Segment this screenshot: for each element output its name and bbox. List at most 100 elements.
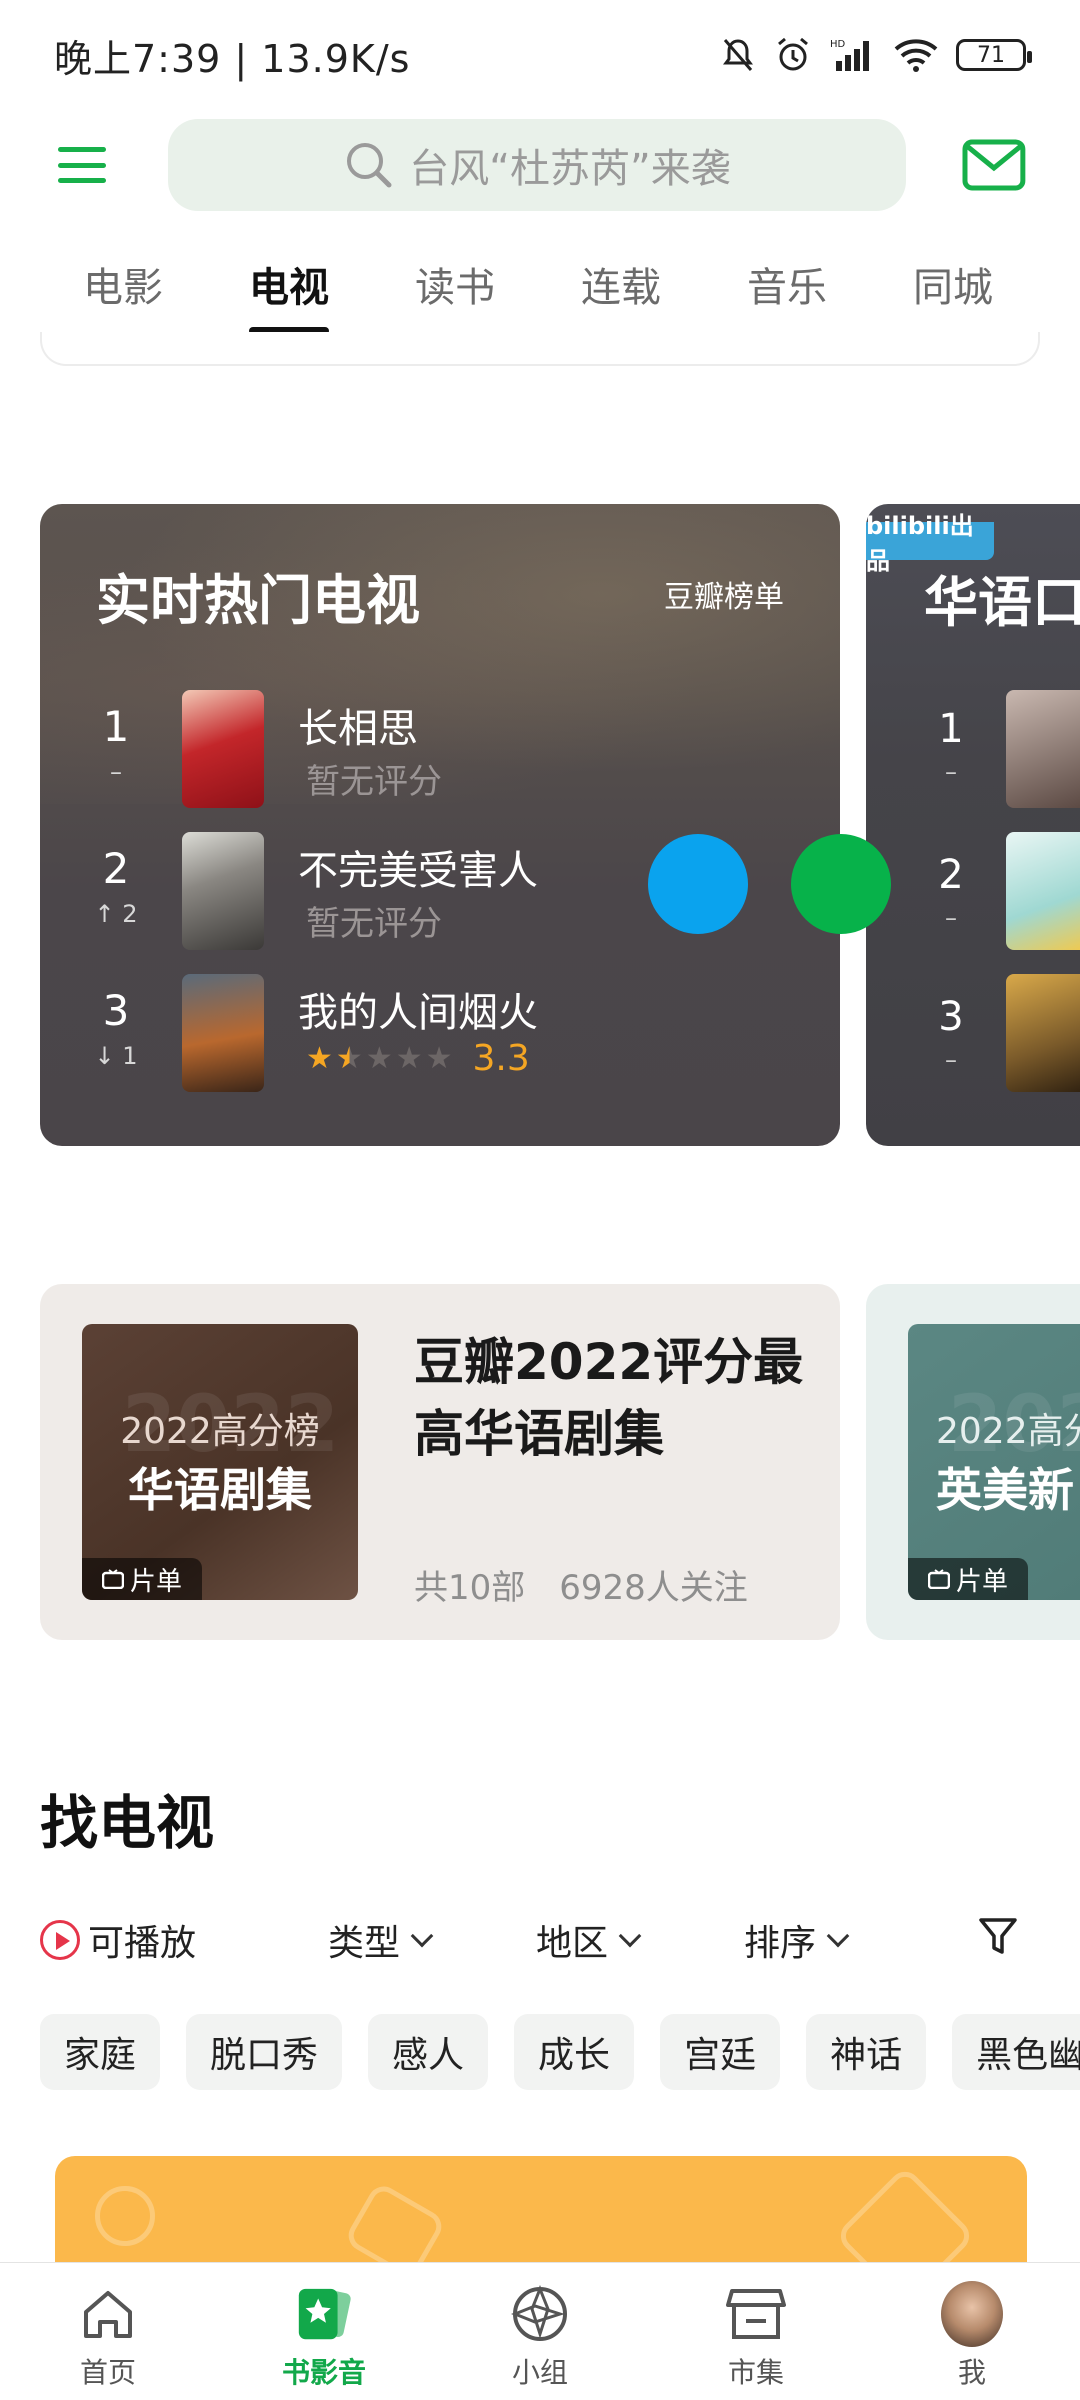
previous-card-edge <box>40 332 1040 366</box>
playable-filter[interactable]: 可播放 <box>40 1914 196 1966</box>
show-rating: 暂无评分 <box>306 754 442 803</box>
nav-groups[interactable]: 小组 <box>432 2263 648 2400</box>
rank-row-3[interactable]: 3 ↓ 1 我的人间烟火 ★ ★ ★ ★ ★ 3.3 <box>40 974 840 1092</box>
mail-icon[interactable] <box>962 139 1026 191</box>
show-rating: 暂无评分 <box>306 896 442 945</box>
search-input[interactable]: 台风“杜苏芮”来袭 <box>167 119 907 211</box>
rank-row-1[interactable]: 1 – 长相思 暂无评分 <box>40 690 840 808</box>
chip-talkshow[interactable]: 脱口秀 <box>186 2014 343 2090</box>
tab-tv[interactable]: 电视 <box>206 235 372 335</box>
tab-movie[interactable]: 电影 <box>40 235 206 335</box>
playlist-badge: 片单 <box>82 1558 202 1600</box>
star-icon: ★ <box>395 1041 423 1076</box>
floating-green-dot[interactable] <box>791 834 891 934</box>
nav-home[interactable]: 首页 <box>0 2263 216 2400</box>
region-dropdown[interactable]: 地区 <box>536 1914 642 1966</box>
tab-local[interactable]: 同城 <box>870 235 1036 335</box>
nav-label: 我 <box>957 2356 986 2389</box>
genre-dropdown[interactable]: 类型 <box>328 1914 434 1966</box>
chevron-down-icon <box>618 1924 642 1948</box>
media-star-icon <box>293 2283 355 2345</box>
tab-serial[interactable]: 连载 <box>538 235 704 335</box>
status-icons: HD 71 <box>720 36 1032 74</box>
chinese-chart-card[interactable]: bilibili出品 华语口 1 – 2 – 3 – <box>866 504 1080 1146</box>
alarm-icon <box>778 37 808 71</box>
rank-number: 2 <box>102 844 130 893</box>
battery-icon: 71 <box>956 39 1032 71</box>
rating-score: 3.3 <box>472 1038 530 1079</box>
tv-icon <box>927 1569 950 1589</box>
category-tabs: 电影 电视 读书 连载 音乐 同城 <box>0 235 1080 335</box>
svg-text:HD: HD <box>830 39 846 50</box>
playlist-followers: 6928人关注 <box>559 1568 748 1608</box>
filter-row: 可播放 类型 地区 排序 <box>40 1906 1040 1970</box>
show-title: 我的人间烟火 <box>298 990 538 1036</box>
chip-myth[interactable]: 神话 <box>806 2014 927 2090</box>
playlist-count: 共10部 <box>414 1568 526 1608</box>
top-header: 台风“杜苏芮”来袭 <box>0 110 1080 220</box>
no-rating-text: 暂无评分 <box>306 904 442 944</box>
douban-chart-tag[interactable]: 豆瓣榜单 <box>664 572 784 616</box>
playlist-card[interactable]: 2022 2022高分榜 华语剧集 片单 豆瓣2022评分最高华语剧集 共10部… <box>40 1284 840 1640</box>
nav-label: 市集 <box>727 2356 784 2389</box>
cover-year: 2022高分 <box>936 1411 1080 1452</box>
tv-icon <box>101 1569 124 1589</box>
nav-label: 小组 <box>511 2356 568 2389</box>
show-poster <box>182 974 264 1092</box>
badge-label: 片单 <box>955 1566 1008 1597</box>
chip-palace[interactable]: 宫廷 <box>660 2014 781 2090</box>
shop-icon <box>725 2283 787 2345</box>
sort-dropdown[interactable]: 排序 <box>744 1914 850 1966</box>
promo-banner[interactable] <box>55 2156 1027 2276</box>
chip-growth[interactable]: 成长 <box>514 2014 635 2090</box>
home-icon <box>77 2283 139 2345</box>
nav-label: 书影音 <box>281 2356 366 2389</box>
avatar <box>941 2281 1003 2347</box>
hot-tv-chart-card[interactable]: 实时热门电视 豆瓣榜单 1 – 长相思 暂无评分 2 ↑ 2 不完美受害人 暂无… <box>40 504 840 1146</box>
nav-label: 首页 <box>79 2356 136 2389</box>
rank-change: – <box>945 758 957 786</box>
cover-name: 英美新 <box>936 1463 1074 1517</box>
genre-label: 类型 <box>328 1923 401 1964</box>
rank-number: 3 <box>938 994 964 1040</box>
show-title: 不完美受害人 <box>298 848 538 894</box>
playlist-cover: 2022 2022高分榜 华语剧集 片单 <box>82 1324 358 1600</box>
nav-market[interactable]: 市集 <box>648 2263 864 2400</box>
show-rating: ★ ★ ★ ★ ★ 3.3 <box>306 1038 530 1079</box>
banner-decoration <box>834 2165 976 2276</box>
mute-bell-icon <box>723 39 753 71</box>
bottom-nav: 首页 书影音 小组 市集 我 <box>0 2262 1080 2400</box>
bilibili-badge: bilibili出品 <box>866 512 994 575</box>
star-icon: ★ <box>425 1041 453 1076</box>
find-tv-heading: 找电视 <box>40 1789 215 1857</box>
menu-icon[interactable] <box>54 137 110 193</box>
no-rating-text: 暂无评分 <box>306 762 442 802</box>
show-poster <box>182 832 264 950</box>
banner-decoration <box>95 2186 155 2246</box>
tab-books[interactable]: 读书 <box>372 235 538 335</box>
filter-funnel-icon[interactable] <box>978 1916 1018 1958</box>
star-rating: ★ ★ ★ ★ ★ <box>306 1041 453 1076</box>
show-poster <box>1006 832 1080 950</box>
chevron-down-icon <box>410 1924 434 1948</box>
tab-music[interactable]: 音乐 <box>704 235 870 335</box>
douban-tv-page: 晚上7:39 | 13.9K/s HD 71 台风“杜苏芮”来袭 电影 电视 读… <box>0 0 1080 2400</box>
playlist-title: 豆瓣2022评分最高华语剧集 <box>414 1333 804 1463</box>
groups-icon <box>509 2283 571 2345</box>
chip-family[interactable]: 家庭 <box>40 2014 161 2090</box>
playable-label: 可播放 <box>88 1923 197 1964</box>
search-placeholder: 台风“杜苏芮”来袭 <box>409 146 731 192</box>
nav-me[interactable]: 我 <box>864 2263 1080 2400</box>
rank-number: 1 <box>102 702 130 751</box>
floating-blue-dot[interactable] <box>648 834 748 934</box>
star-icon: ★ <box>306 1041 333 1076</box>
rank-change: – <box>110 758 122 786</box>
chip-touching[interactable]: 感人 <box>368 2014 489 2090</box>
chip-black-humor[interactable]: 黑色幽默 <box>952 2014 1080 2090</box>
playlist-card-2[interactable]: 2022 2022高分 英美新 片单 <box>866 1284 1080 1640</box>
playlist-meta: 共10部 6928人关注 <box>414 1560 748 1609</box>
show-poster <box>1006 974 1080 1092</box>
cover-name: 华语剧集 <box>128 1463 312 1517</box>
half-star-icon: ★ <box>335 1041 363 1076</box>
nav-media[interactable]: 书影音 <box>216 2263 432 2400</box>
